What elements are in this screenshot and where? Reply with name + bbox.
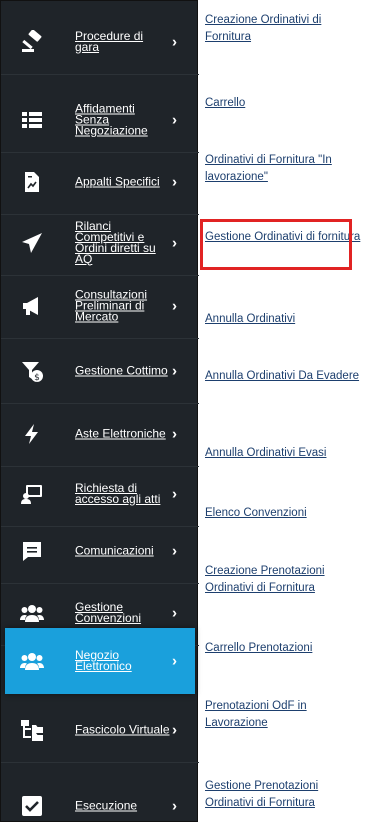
nav-item-aste-elettroniche[interactable]: Aste Elettroniche › <box>1 401 199 467</box>
submenu-link-annulla-ordinativi[interactable]: Annulla Ordinativi <box>205 311 363 328</box>
chevron-right-icon: › <box>172 111 177 128</box>
svg-text:$: $ <box>34 373 40 383</box>
chevron-right-icon: › <box>172 797 177 815</box>
chevron-right-icon: › <box>172 33 177 50</box>
nav-item-negozio-elettronico[interactable]: Negozio Elettronico › <box>5 628 195 694</box>
nav-item-appalti-specifici[interactable]: Appalti Specifici › <box>1 149 199 215</box>
document-chart-icon <box>19 169 45 195</box>
nav-item-comunicazioni[interactable]: Comunicazioni › <box>1 518 199 584</box>
chevron-right-icon: › <box>172 604 177 621</box>
nav-label: Gestione Cottimo <box>75 363 168 377</box>
gavel-icon <box>19 29 45 55</box>
nav-label: Appalti Specifici <box>75 174 160 188</box>
nav-item-esecuzione[interactable]: Esecuzione › <box>1 773 199 839</box>
chevron-right-icon: › <box>172 362 177 379</box>
folder-tree-icon <box>19 717 45 743</box>
funnel-dollar-icon: $ <box>19 358 45 384</box>
nav-label: Fascicolo Virtuale <box>75 722 170 736</box>
nav-item-fascicolo-virtuale[interactable]: Fascicolo Virtuale › <box>1 697 199 763</box>
nav-item-rilanci-competitivi[interactable]: Rilanci Competitivi e Ordini diretti su … <box>1 210 199 276</box>
nav-label: Negozio Elettronico <box>75 648 132 673</box>
nav-label: Rilanci Competitivi e Ordini diretti su … <box>75 218 156 266</box>
submenu-link-annulla-da-evadere[interactable]: Annulla Ordinativi Da Evadere <box>205 368 363 385</box>
submenu-link-elenco-convenzioni[interactable]: Elenco Convenzioni <box>205 505 363 522</box>
chevron-right-icon: › <box>172 542 177 559</box>
chevron-right-icon: › <box>172 485 177 502</box>
submenu-link-ordinativi-in-lavorazione[interactable]: Ordinativi di Fornitura "In lavorazione" <box>205 152 363 186</box>
chalkboard-user-icon <box>19 481 45 507</box>
bolt-icon <box>19 421 45 447</box>
paper-plane-icon <box>19 230 45 256</box>
users-icon <box>19 600 45 626</box>
submenu-link-gestione-prenotazioni[interactable]: Gestione Prenotazioni Ordinativi di Forn… <box>205 778 363 812</box>
sidebar-nav: Procedure di gara › Affidamenti Senza Ne… <box>0 0 199 822</box>
submenu-link-carrello[interactable]: Carrello <box>205 95 363 112</box>
chevron-right-icon: › <box>172 652 177 670</box>
nav-label: Esecuzione <box>75 798 138 813</box>
chevron-right-icon: › <box>172 721 177 738</box>
nav-item-affidamenti-senza-negoziazione[interactable]: Affidamenti Senza Negoziazione › <box>1 87 199 153</box>
nav-label: Richiesta di accesso agli atti <box>75 480 161 506</box>
check-square-icon <box>19 793 45 819</box>
highlight-box <box>200 219 352 270</box>
chevron-right-icon: › <box>172 173 177 190</box>
nav-label: Comunicazioni <box>75 543 154 557</box>
chevron-right-icon: › <box>172 425 177 442</box>
nav-label: Procedure di gara <box>75 28 144 54</box>
nav-label: Aste Elettroniche <box>75 426 166 440</box>
megaphone-icon <box>19 293 45 319</box>
nav-label: Affidamenti Senza Negoziazione <box>75 101 148 137</box>
nav-item-gestione-cottimo[interactable]: $ Gestione Cottimo › <box>1 338 199 404</box>
message-icon <box>19 538 45 564</box>
submenu-link-creazione-ordinativi[interactable]: Creazione Ordinativi di Fornitura <box>205 12 363 46</box>
chevron-right-icon: › <box>172 234 177 251</box>
nav-item-procedure-di-gara[interactable]: Procedure di gara › <box>1 9 199 75</box>
submenu-link-annulla-evasi[interactable]: Annulla Ordinativi Evasi <box>205 445 363 462</box>
list-icon <box>19 107 45 133</box>
submenu-link-creazione-prenotazioni[interactable]: Creazione Prenotazioni Ordinativi di For… <box>205 563 363 597</box>
users-icon <box>19 648 45 674</box>
submenu-link-prenotazioni-in-lavorazione[interactable]: Prenotazioni OdF in Lavorazione <box>205 698 363 732</box>
chevron-right-icon: › <box>172 297 177 314</box>
nav-label: Consultazioni Preliminari di Mercato <box>75 287 148 323</box>
nav-label: Gestione Convenzioni <box>75 599 142 625</box>
submenu-link-carrello-prenotazioni[interactable]: Carrello Prenotazioni <box>205 640 363 657</box>
nav-item-consultazioni-preliminari[interactable]: Consultazioni Preliminari di Mercato › <box>1 273 199 339</box>
